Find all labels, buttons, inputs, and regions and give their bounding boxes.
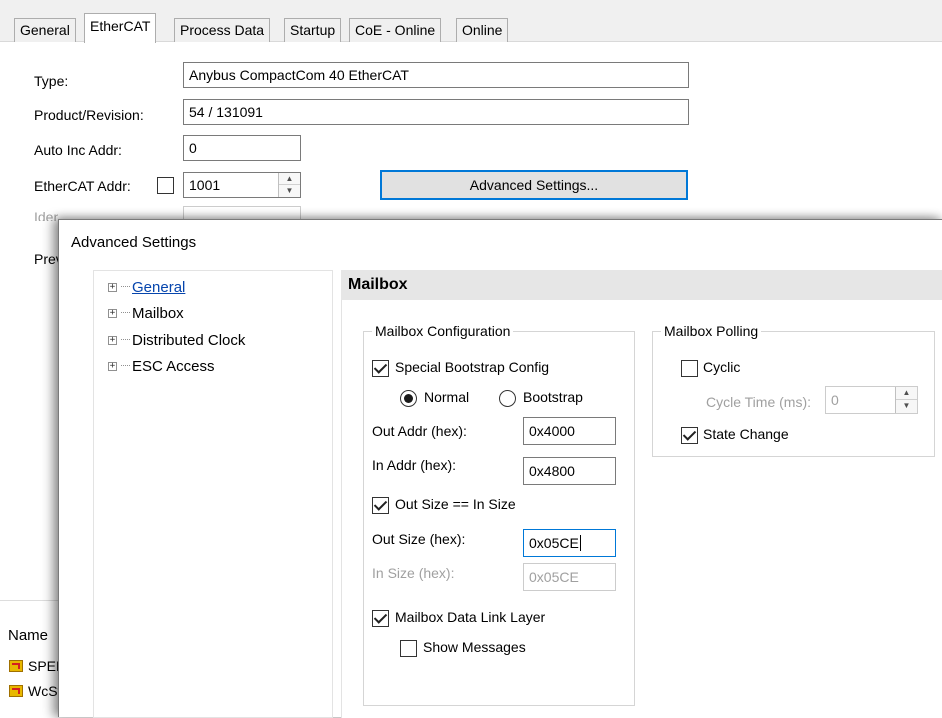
dialog-title: Advanced Settings bbox=[71, 234, 197, 251]
out-eq-in-label: Out Size == In Size bbox=[395, 496, 516, 512]
radio-bootstrap-label: Bootstrap bbox=[523, 389, 583, 405]
mailbox-configuration-group: Mailbox Configuration Special Bootstrap … bbox=[363, 323, 635, 706]
ethercat-addr-field[interactable]: 1001 ▲ ▼ bbox=[183, 172, 301, 198]
auto-inc-addr-label: Auto Inc Addr: bbox=[34, 142, 122, 158]
ethercat-addr-label: EtherCAT Addr: bbox=[34, 178, 131, 194]
in-size-label: In Size (hex): bbox=[372, 565, 455, 581]
advanced-settings-dialog: Advanced Settings + General + Mailbox + … bbox=[58, 219, 942, 718]
product-revision-label: Product/Revision: bbox=[34, 107, 144, 123]
tree-item-label: Mailbox bbox=[132, 305, 184, 322]
state-change-label: State Change bbox=[703, 426, 789, 442]
section-title: Mailbox bbox=[341, 270, 942, 300]
tab-strip: General EtherCAT Process Data Startup Co… bbox=[0, 0, 942, 43]
ethercat-addr-spinner[interactable]: ▲ ▼ bbox=[278, 173, 300, 197]
expand-icon[interactable]: + bbox=[108, 283, 117, 292]
variable-icon bbox=[9, 660, 23, 672]
advanced-settings-button[interactable]: Advanced Settings... bbox=[380, 170, 688, 200]
cycle-time-label: Cycle Time (ms): bbox=[706, 394, 811, 410]
radio-normal[interactable] bbox=[400, 390, 417, 407]
out-addr-label: Out Addr (hex): bbox=[372, 423, 467, 439]
radio-normal-label: Normal bbox=[424, 389, 470, 405]
variables-list: Name SPEED WcState bbox=[0, 600, 58, 717]
out-addr-field[interactable]: 0x4000 bbox=[523, 417, 616, 445]
expand-icon[interactable]: + bbox=[108, 362, 117, 371]
in-size-field: 0x05CE bbox=[523, 563, 616, 591]
identification-value-label: Identification Value: bbox=[34, 209, 58, 221]
out-size-value: 0x05CE bbox=[529, 535, 579, 551]
list-item-label: WcState bbox=[28, 683, 58, 699]
tab-ethercat[interactable]: EtherCAT bbox=[84, 13, 157, 43]
identification-value-field bbox=[183, 206, 301, 220]
product-revision-field[interactable]: 54 / 131091 bbox=[183, 99, 689, 125]
mailbox-polling-title: Mailbox Polling bbox=[661, 323, 762, 339]
type-field[interactable]: Anybus CompactCom 40 EtherCAT bbox=[183, 62, 689, 88]
mailbox-configuration-title: Mailbox Configuration bbox=[372, 323, 514, 339]
type-label: Type: bbox=[34, 73, 69, 89]
spin-up-icon: ▲ bbox=[896, 387, 917, 400]
out-size-field[interactable]: 0x05CE bbox=[523, 529, 616, 557]
variable-icon bbox=[9, 685, 23, 697]
tree-item-label: Distributed Clock bbox=[132, 332, 246, 349]
tab-coe-online[interactable]: CoE - Online bbox=[349, 18, 442, 42]
cyclic-checkbox[interactable] bbox=[681, 360, 698, 377]
spin-down-icon: ▼ bbox=[902, 401, 911, 410]
special-bootstrap-checkbox[interactable] bbox=[372, 360, 389, 377]
cycle-time-value: 0 bbox=[831, 392, 839, 408]
expand-icon[interactable]: + bbox=[108, 336, 117, 345]
list-item[interactable]: WcState bbox=[0, 681, 58, 703]
tree-item-label: General bbox=[132, 279, 186, 296]
list-header-name: Name bbox=[8, 627, 49, 644]
list-item-label: SPEED bbox=[28, 658, 58, 674]
in-addr-field[interactable]: 0x4800 bbox=[523, 457, 616, 485]
ethercat-addr-value: 1001 bbox=[189, 177, 221, 193]
cycle-time-field: 0 ▲ ▼ bbox=[825, 386, 918, 414]
show-messages-checkbox[interactable] bbox=[400, 640, 417, 657]
radio-bootstrap[interactable] bbox=[499, 390, 516, 407]
previous-port-label: Previous Port: bbox=[34, 251, 58, 267]
ethercat-addr-checkbox[interactable] bbox=[157, 177, 174, 194]
spin-up-icon[interactable]: ▲ bbox=[279, 173, 300, 185]
tab-process-data[interactable]: Process Data bbox=[174, 18, 271, 42]
text-caret bbox=[579, 535, 581, 551]
special-bootstrap-label: Special Bootstrap Config bbox=[395, 359, 550, 375]
mailbox-dll-checkbox[interactable] bbox=[372, 610, 389, 627]
state-change-checkbox[interactable] bbox=[681, 427, 698, 444]
expand-icon[interactable]: + bbox=[108, 309, 117, 318]
tab-general[interactable]: General bbox=[14, 18, 76, 42]
cycle-time-spinner: ▲ ▼ bbox=[895, 387, 917, 413]
cyclic-label: Cyclic bbox=[703, 359, 741, 375]
tree-item-label: ESC Access bbox=[132, 358, 215, 375]
mailbox-dll-label: Mailbox Data Link Layer bbox=[395, 609, 546, 625]
in-addr-label: In Addr (hex): bbox=[372, 457, 457, 473]
out-size-label: Out Size (hex): bbox=[372, 531, 466, 547]
show-messages-label: Show Messages bbox=[423, 639, 526, 655]
auto-inc-addr-field[interactable]: 0 bbox=[183, 135, 301, 161]
list-item[interactable]: SPEED bbox=[0, 656, 58, 678]
tab-online[interactable]: Online bbox=[456, 18, 509, 42]
out-eq-in-checkbox[interactable] bbox=[372, 497, 389, 514]
mailbox-polling-group: Mailbox Polling Cyclic Cycle Time (ms): … bbox=[652, 323, 935, 457]
spin-down-icon[interactable]: ▼ bbox=[279, 185, 300, 197]
tab-startup[interactable]: Startup bbox=[284, 18, 342, 42]
settings-tree: + General + Mailbox + Distributed Clock … bbox=[93, 270, 333, 718]
